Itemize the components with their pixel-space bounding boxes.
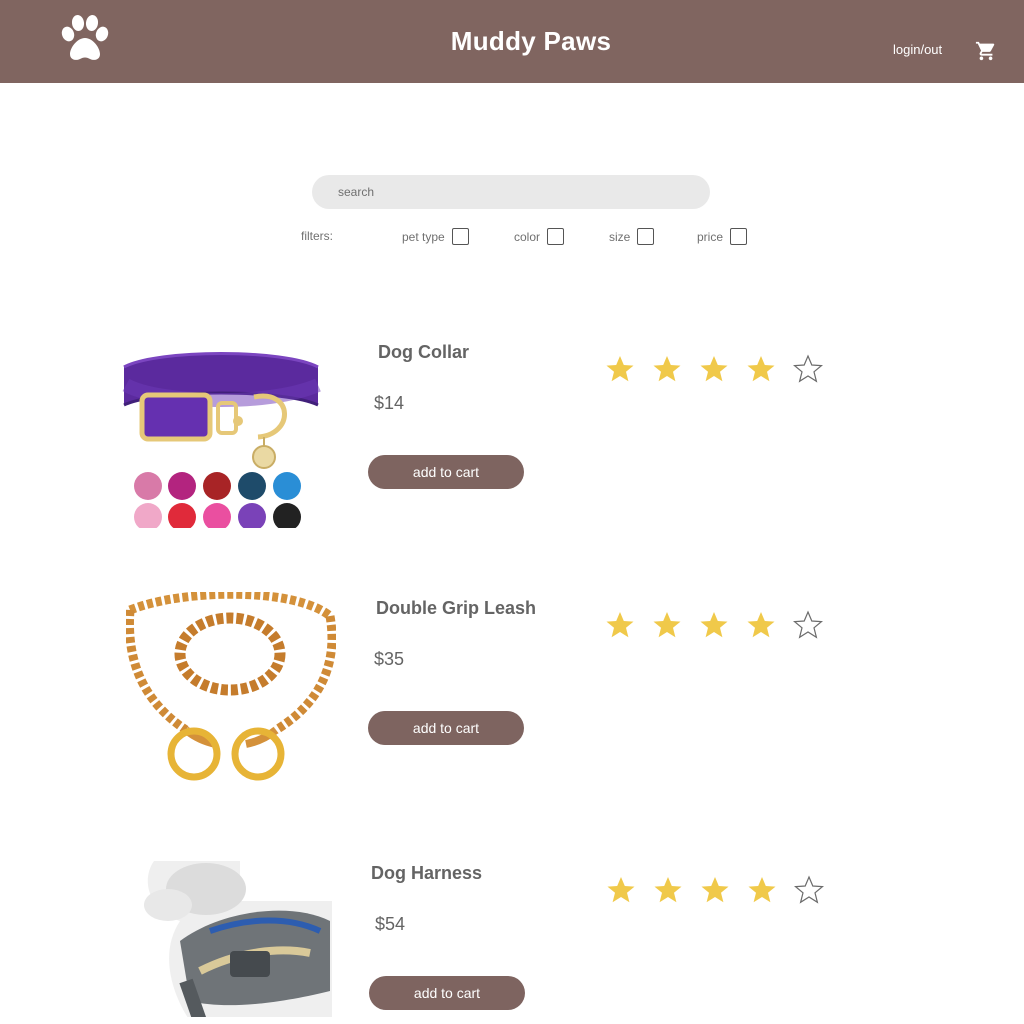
star-filled-icon[interactable] [653, 875, 683, 905]
filter-color[interactable]: color [514, 228, 565, 245]
star-rating[interactable] [606, 875, 824, 905]
star-filled-icon[interactable] [605, 354, 635, 384]
filter-price[interactable]: price [697, 228, 748, 245]
filter-label: price [697, 230, 724, 244]
search-input[interactable] [312, 175, 710, 209]
star-rating[interactable] [605, 354, 823, 384]
cart-icon[interactable] [975, 40, 997, 62]
product-price: $54 [375, 914, 406, 934]
star-filled-icon[interactable] [700, 875, 730, 905]
filter-checkbox[interactable] [637, 228, 655, 245]
add-to-cart-button[interactable]: add to cart [369, 976, 525, 1010]
star-filled-icon[interactable] [699, 610, 729, 640]
header-bar: Muddy Paws login/out [0, 0, 1024, 83]
brand-title: Muddy Paws [450, 26, 612, 56]
dog-harness-image[interactable] [140, 861, 332, 1021]
star-filled-icon[interactable] [747, 875, 777, 905]
star-empty-icon[interactable] [793, 610, 823, 640]
product-price: $35 [374, 649, 405, 669]
star-filled-icon[interactable] [652, 610, 682, 640]
star-filled-icon[interactable] [652, 354, 682, 384]
filter-size[interactable]: size [609, 228, 655, 245]
product-price: $14 [374, 393, 405, 413]
star-empty-icon[interactable] [793, 354, 823, 384]
filters-label: filters: [301, 229, 334, 243]
filter-checkbox[interactable] [547, 228, 565, 245]
product-title[interactable]: Dog Collar [378, 342, 469, 363]
login-logout-link[interactable]: login/out [893, 42, 942, 57]
filter-label: size [609, 230, 631, 244]
filter-pet-type[interactable]: pet type [402, 228, 469, 245]
filter-label: color [514, 230, 541, 244]
star-filled-icon[interactable] [605, 610, 635, 640]
dog-collar-image[interactable] [118, 345, 324, 531]
filter-label: pet type [402, 230, 445, 244]
filter-checkbox[interactable] [451, 228, 469, 245]
double-grip-leash-image[interactable] [126, 592, 336, 788]
star-empty-icon[interactable] [794, 875, 824, 905]
star-filled-icon[interactable] [746, 610, 776, 640]
filter-checkbox[interactable] [730, 228, 748, 245]
star-filled-icon[interactable] [746, 354, 776, 384]
add-to-cart-button[interactable]: add to cart [368, 455, 524, 489]
star-rating[interactable] [605, 610, 823, 640]
product-title[interactable]: Double Grip Leash [376, 598, 536, 619]
star-filled-icon[interactable] [606, 875, 636, 905]
product-title[interactable]: Dog Harness [371, 863, 482, 884]
add-to-cart-button[interactable]: add to cart [368, 711, 524, 745]
star-filled-icon[interactable] [699, 354, 729, 384]
